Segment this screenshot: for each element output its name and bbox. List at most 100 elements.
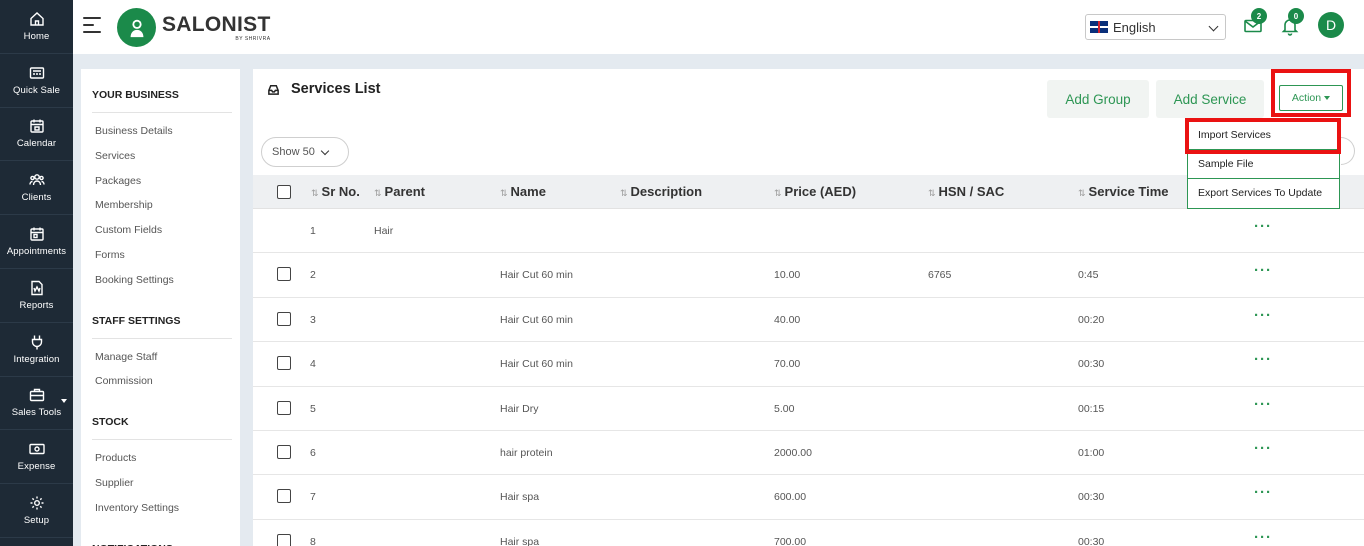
plug-icon xyxy=(31,335,42,350)
language-select[interactable]: English xyxy=(1085,14,1226,40)
cell-name: Hair Cut 60 min xyxy=(500,269,573,282)
row-checkbox[interactable] xyxy=(277,489,291,504)
row-checkbox[interactable] xyxy=(277,267,291,282)
link-supplier[interactable]: Supplier xyxy=(92,471,232,496)
cell-sr: 6 xyxy=(310,447,316,459)
user-avatar[interactable]: D xyxy=(1318,12,1344,38)
row-menu-icon[interactable]: ··· xyxy=(1254,350,1272,378)
col-service-time[interactable]: ⇅ Service Time xyxy=(1078,175,1169,209)
row-checkbox[interactable] xyxy=(277,400,291,415)
sort-icon: ⇅ xyxy=(311,188,319,198)
link-commission[interactable]: Commission xyxy=(92,369,232,394)
table-row: 8 Hair spa 700.00 00:30 ··· xyxy=(253,520,1364,546)
app-logo[interactable]: SALONIST BY SHRIVRA xyxy=(117,8,271,47)
link-forms[interactable]: Forms xyxy=(92,243,232,268)
section-your-business: YOUR BUSINESS xyxy=(92,69,232,113)
menu-export-services[interactable]: Export Services To Update xyxy=(1188,179,1339,208)
page-title: Services List xyxy=(267,81,380,97)
nav-clients[interactable]: Clients xyxy=(0,161,73,216)
add-service-button[interactable]: Add Service xyxy=(1156,80,1264,118)
row-checkbox[interactable] xyxy=(277,356,291,371)
nav-sales-tools[interactable]: Sales Tools xyxy=(0,377,73,431)
page-size-select[interactable]: Show 50 xyxy=(261,137,349,167)
mail-count-badge: 2 xyxy=(1251,8,1267,24)
nav-label: Calendar xyxy=(16,138,57,150)
cell-sr: 2 xyxy=(310,269,316,282)
search-input[interactable] xyxy=(1341,137,1355,165)
col-parent[interactable]: ⇅ Parent xyxy=(374,175,425,209)
register-icon xyxy=(29,66,44,79)
uk-flag-icon xyxy=(1090,21,1108,33)
link-manage-staff[interactable]: Manage Staff xyxy=(92,345,232,370)
cell-price: 600.00 xyxy=(774,491,807,504)
nav-setup[interactable]: Setup xyxy=(0,484,73,538)
row-menu-icon[interactable]: ··· xyxy=(1254,528,1272,546)
notifications-button[interactable]: 0 xyxy=(1280,8,1304,36)
section-staff-settings: STAFF SETTINGS xyxy=(92,293,232,339)
nav-label: Home xyxy=(23,30,50,42)
cell-time: 0:45 xyxy=(1078,269,1099,282)
sort-icon: ⇅ xyxy=(500,188,508,198)
table-row: 7 Hair spa 600.00 00:30 ··· xyxy=(253,475,1364,520)
chevron-down-icon xyxy=(320,146,330,155)
row-menu-icon[interactable]: ··· xyxy=(1254,395,1272,423)
nav-home[interactable]: Home xyxy=(0,0,73,54)
mail-button[interactable]: 2 xyxy=(1243,8,1267,36)
nav-label: Appointments xyxy=(6,246,67,258)
cell-time: 01:00 xyxy=(1078,447,1105,459)
col-hsn-sac[interactable]: ⇅ HSN / SAC xyxy=(928,175,1004,209)
row-checkbox[interactable] xyxy=(277,533,291,546)
col-sr-no[interactable]: ⇅ Sr No. xyxy=(311,175,360,209)
main-nav: Home Quick Sale Calendar Clients Appoint… xyxy=(0,0,73,546)
nav-label: Expense xyxy=(17,461,56,473)
row-menu-icon[interactable]: ··· xyxy=(1254,217,1272,245)
add-group-button[interactable]: Add Group xyxy=(1047,80,1149,118)
col-name[interactable]: ⇅ Name xyxy=(500,175,546,209)
sort-icon: ⇅ xyxy=(928,188,936,198)
cell-time: 00:30 xyxy=(1078,535,1105,546)
row-menu-icon[interactable]: ··· xyxy=(1254,439,1272,467)
menu-toggle-icon[interactable] xyxy=(83,17,101,35)
link-inventory-settings[interactable]: Inventory Settings xyxy=(92,496,232,521)
cell-time: 00:15 xyxy=(1078,402,1105,415)
action-highlight: Action xyxy=(1271,69,1351,117)
col-price[interactable]: ⇅ Price (AED) xyxy=(774,175,856,209)
action-button[interactable]: Action xyxy=(1279,85,1343,111)
table-row: 4 Hair Cut 60 min 70.00 00:30 ··· xyxy=(253,342,1364,387)
link-membership[interactable]: Membership xyxy=(92,193,232,218)
link-services[interactable]: Services xyxy=(92,144,232,169)
row-checkbox[interactable] xyxy=(277,311,291,326)
menu-sample-file[interactable]: Sample File xyxy=(1188,150,1339,179)
settings-sidebar: YOUR BUSINESS Business Details Services … xyxy=(81,69,240,546)
inbox-icon xyxy=(268,84,279,95)
nav-appointments[interactable]: Appointments xyxy=(0,215,73,269)
import-highlight xyxy=(1185,118,1341,154)
row-checkbox[interactable] xyxy=(277,445,291,459)
cell-price: 40.00 xyxy=(774,313,801,326)
money-icon xyxy=(28,444,45,455)
nav-reports[interactable]: Reports xyxy=(0,269,73,323)
nav-calendar[interactable]: Calendar xyxy=(0,108,73,162)
logo-name: SALONIST xyxy=(162,12,271,36)
briefcase-icon xyxy=(29,389,44,402)
page-size-value: Show 50 xyxy=(272,146,315,158)
row-menu-icon[interactable]: ··· xyxy=(1254,261,1272,289)
nav-label: Sales Tools xyxy=(11,407,62,419)
nav-integration[interactable]: Integration xyxy=(0,323,73,377)
link-business-details[interactable]: Business Details xyxy=(92,119,232,144)
nav-expense[interactable]: Expense xyxy=(0,430,73,485)
link-custom-fields[interactable]: Custom Fields xyxy=(92,218,232,243)
link-products[interactable]: Products xyxy=(92,446,232,471)
action-label: Action xyxy=(1291,92,1322,104)
nav-quick-sale[interactable]: Quick Sale xyxy=(0,54,73,108)
col-description[interactable]: ⇅ Description xyxy=(620,175,702,209)
row-menu-icon[interactable]: ··· xyxy=(1254,483,1272,511)
cell-price: 70.00 xyxy=(774,358,801,371)
nav-label: Integration xyxy=(13,353,60,365)
top-header: SALONIST BY SHRIVRA English 2 0 D xyxy=(73,0,1364,54)
link-booking-settings[interactable]: Booking Settings xyxy=(92,268,232,293)
select-all-checkbox[interactable] xyxy=(277,185,291,199)
link-packages[interactable]: Packages xyxy=(92,169,232,194)
row-menu-icon[interactable]: ··· xyxy=(1254,306,1272,334)
notification-count-badge: 0 xyxy=(1288,8,1304,24)
